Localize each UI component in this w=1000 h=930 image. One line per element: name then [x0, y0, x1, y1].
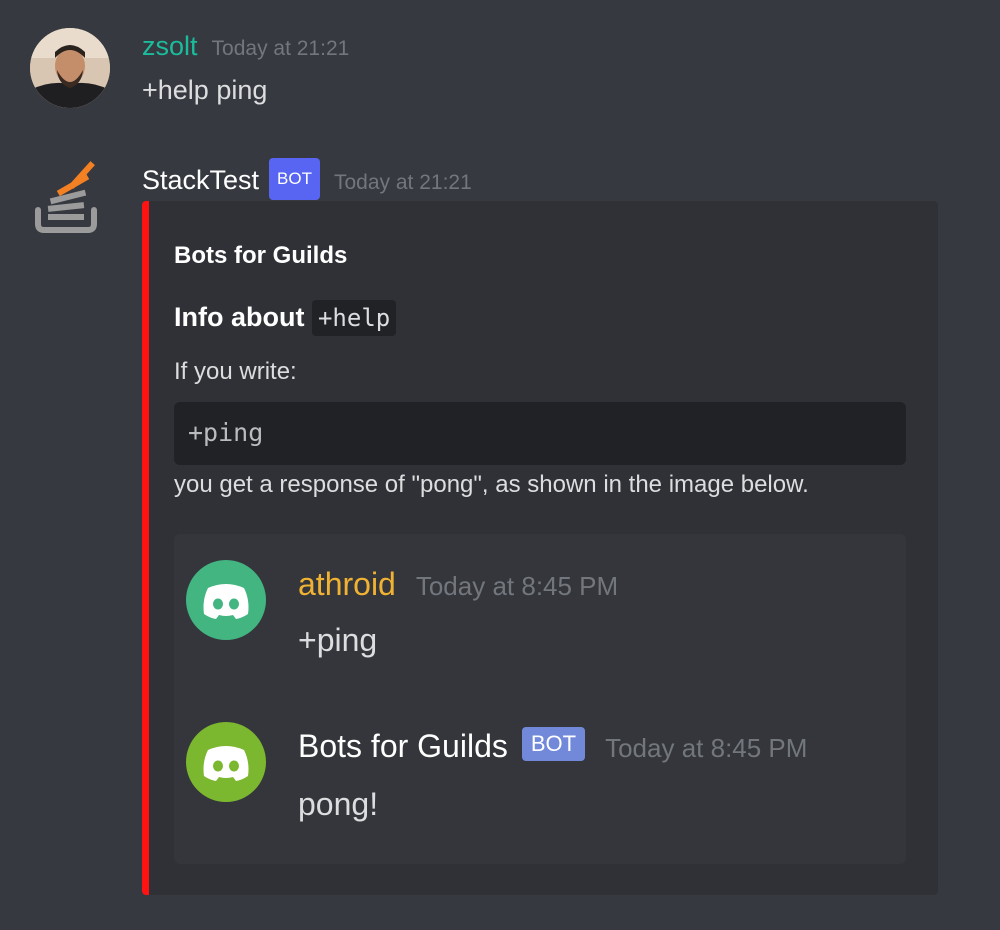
- bot-badge: BOT: [269, 158, 320, 200]
- avatar-stacktest[interactable]: [30, 158, 110, 238]
- timestamp: Today at 21:21: [211, 37, 350, 60]
- embed-description-line: you get a response of "pong", as shown i…: [174, 471, 809, 498]
- message-text: +help ping: [142, 75, 268, 105]
- avatar-athroid: [186, 560, 266, 640]
- code-block: +ping: [174, 402, 906, 465]
- discord-logo-icon: [203, 584, 249, 619]
- embed: Bots for Guilds Info about +help If you …: [142, 201, 938, 895]
- message-text: pong!: [298, 786, 379, 822]
- embed-image[interactable]: athroid Today at 8:45 PM +ping Bots for G…: [174, 534, 906, 864]
- author-name[interactable]: StackTest: [142, 165, 259, 195]
- embed-title-text: Info about: [174, 302, 305, 332]
- author-name: Bots for Guilds: [298, 728, 508, 764]
- user-photo-icon: [30, 28, 110, 108]
- discord-logo-icon: [203, 746, 249, 781]
- stackoverflow-logo-icon: [35, 161, 97, 233]
- inline-code: +help: [311, 300, 397, 336]
- embed-description-line: If you write:: [174, 358, 297, 385]
- bot-badge: BOT: [521, 727, 586, 761]
- author-name[interactable]: zsolt: [142, 31, 198, 61]
- avatar-zsolt[interactable]: [30, 28, 110, 108]
- avatar-bots-for-guilds: [186, 722, 266, 802]
- author-name: athroid: [298, 566, 396, 602]
- timestamp: Today at 21:21: [334, 171, 472, 194]
- embed-author: Bots for Guilds: [174, 242, 348, 269]
- embed-title: Info about +help: [174, 297, 397, 338]
- timestamp: Today at 8:45 PM: [415, 571, 619, 601]
- timestamp: Today at 8:45 PM: [605, 733, 808, 763]
- message-text: +ping: [298, 622, 378, 658]
